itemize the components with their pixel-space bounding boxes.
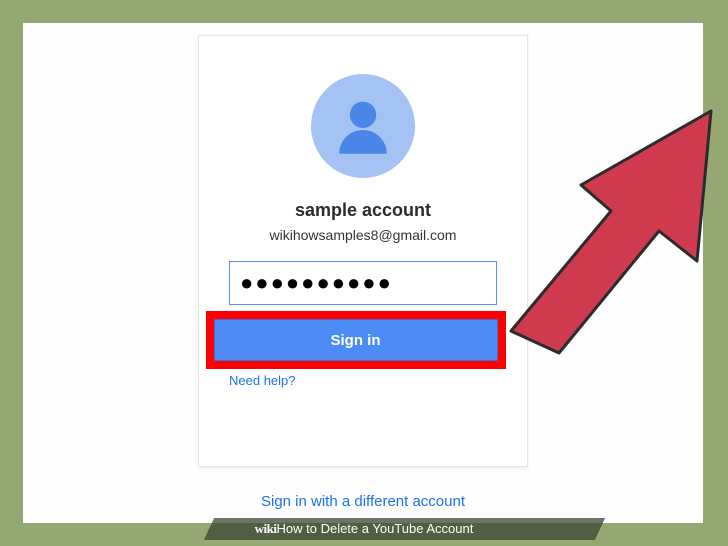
arrow-icon — [501, 101, 728, 371]
person-icon — [330, 93, 396, 159]
caption-bar: wikiHow to Delete a YouTube Account — [0, 520, 728, 538]
signin-card: sample account wikihowsamples8@gmail.com… — [198, 35, 528, 467]
different-account-link[interactable]: Sign in with a different account — [261, 493, 465, 510]
need-help-link[interactable]: Need help? — [229, 373, 296, 388]
signin-button[interactable]: Sign in — [214, 319, 498, 361]
account-email: wikihowsamples8@gmail.com — [270, 227, 457, 243]
password-input[interactable] — [229, 261, 497, 305]
wikihow-logo: wiki — [255, 521, 277, 536]
content-frame: sample account wikihowsamples8@gmail.com… — [23, 23, 703, 523]
article-title: How to Delete a YouTube Account — [277, 521, 474, 536]
account-name: sample account — [295, 200, 431, 221]
highlight-box: Sign in — [206, 311, 506, 369]
avatar — [311, 74, 415, 178]
